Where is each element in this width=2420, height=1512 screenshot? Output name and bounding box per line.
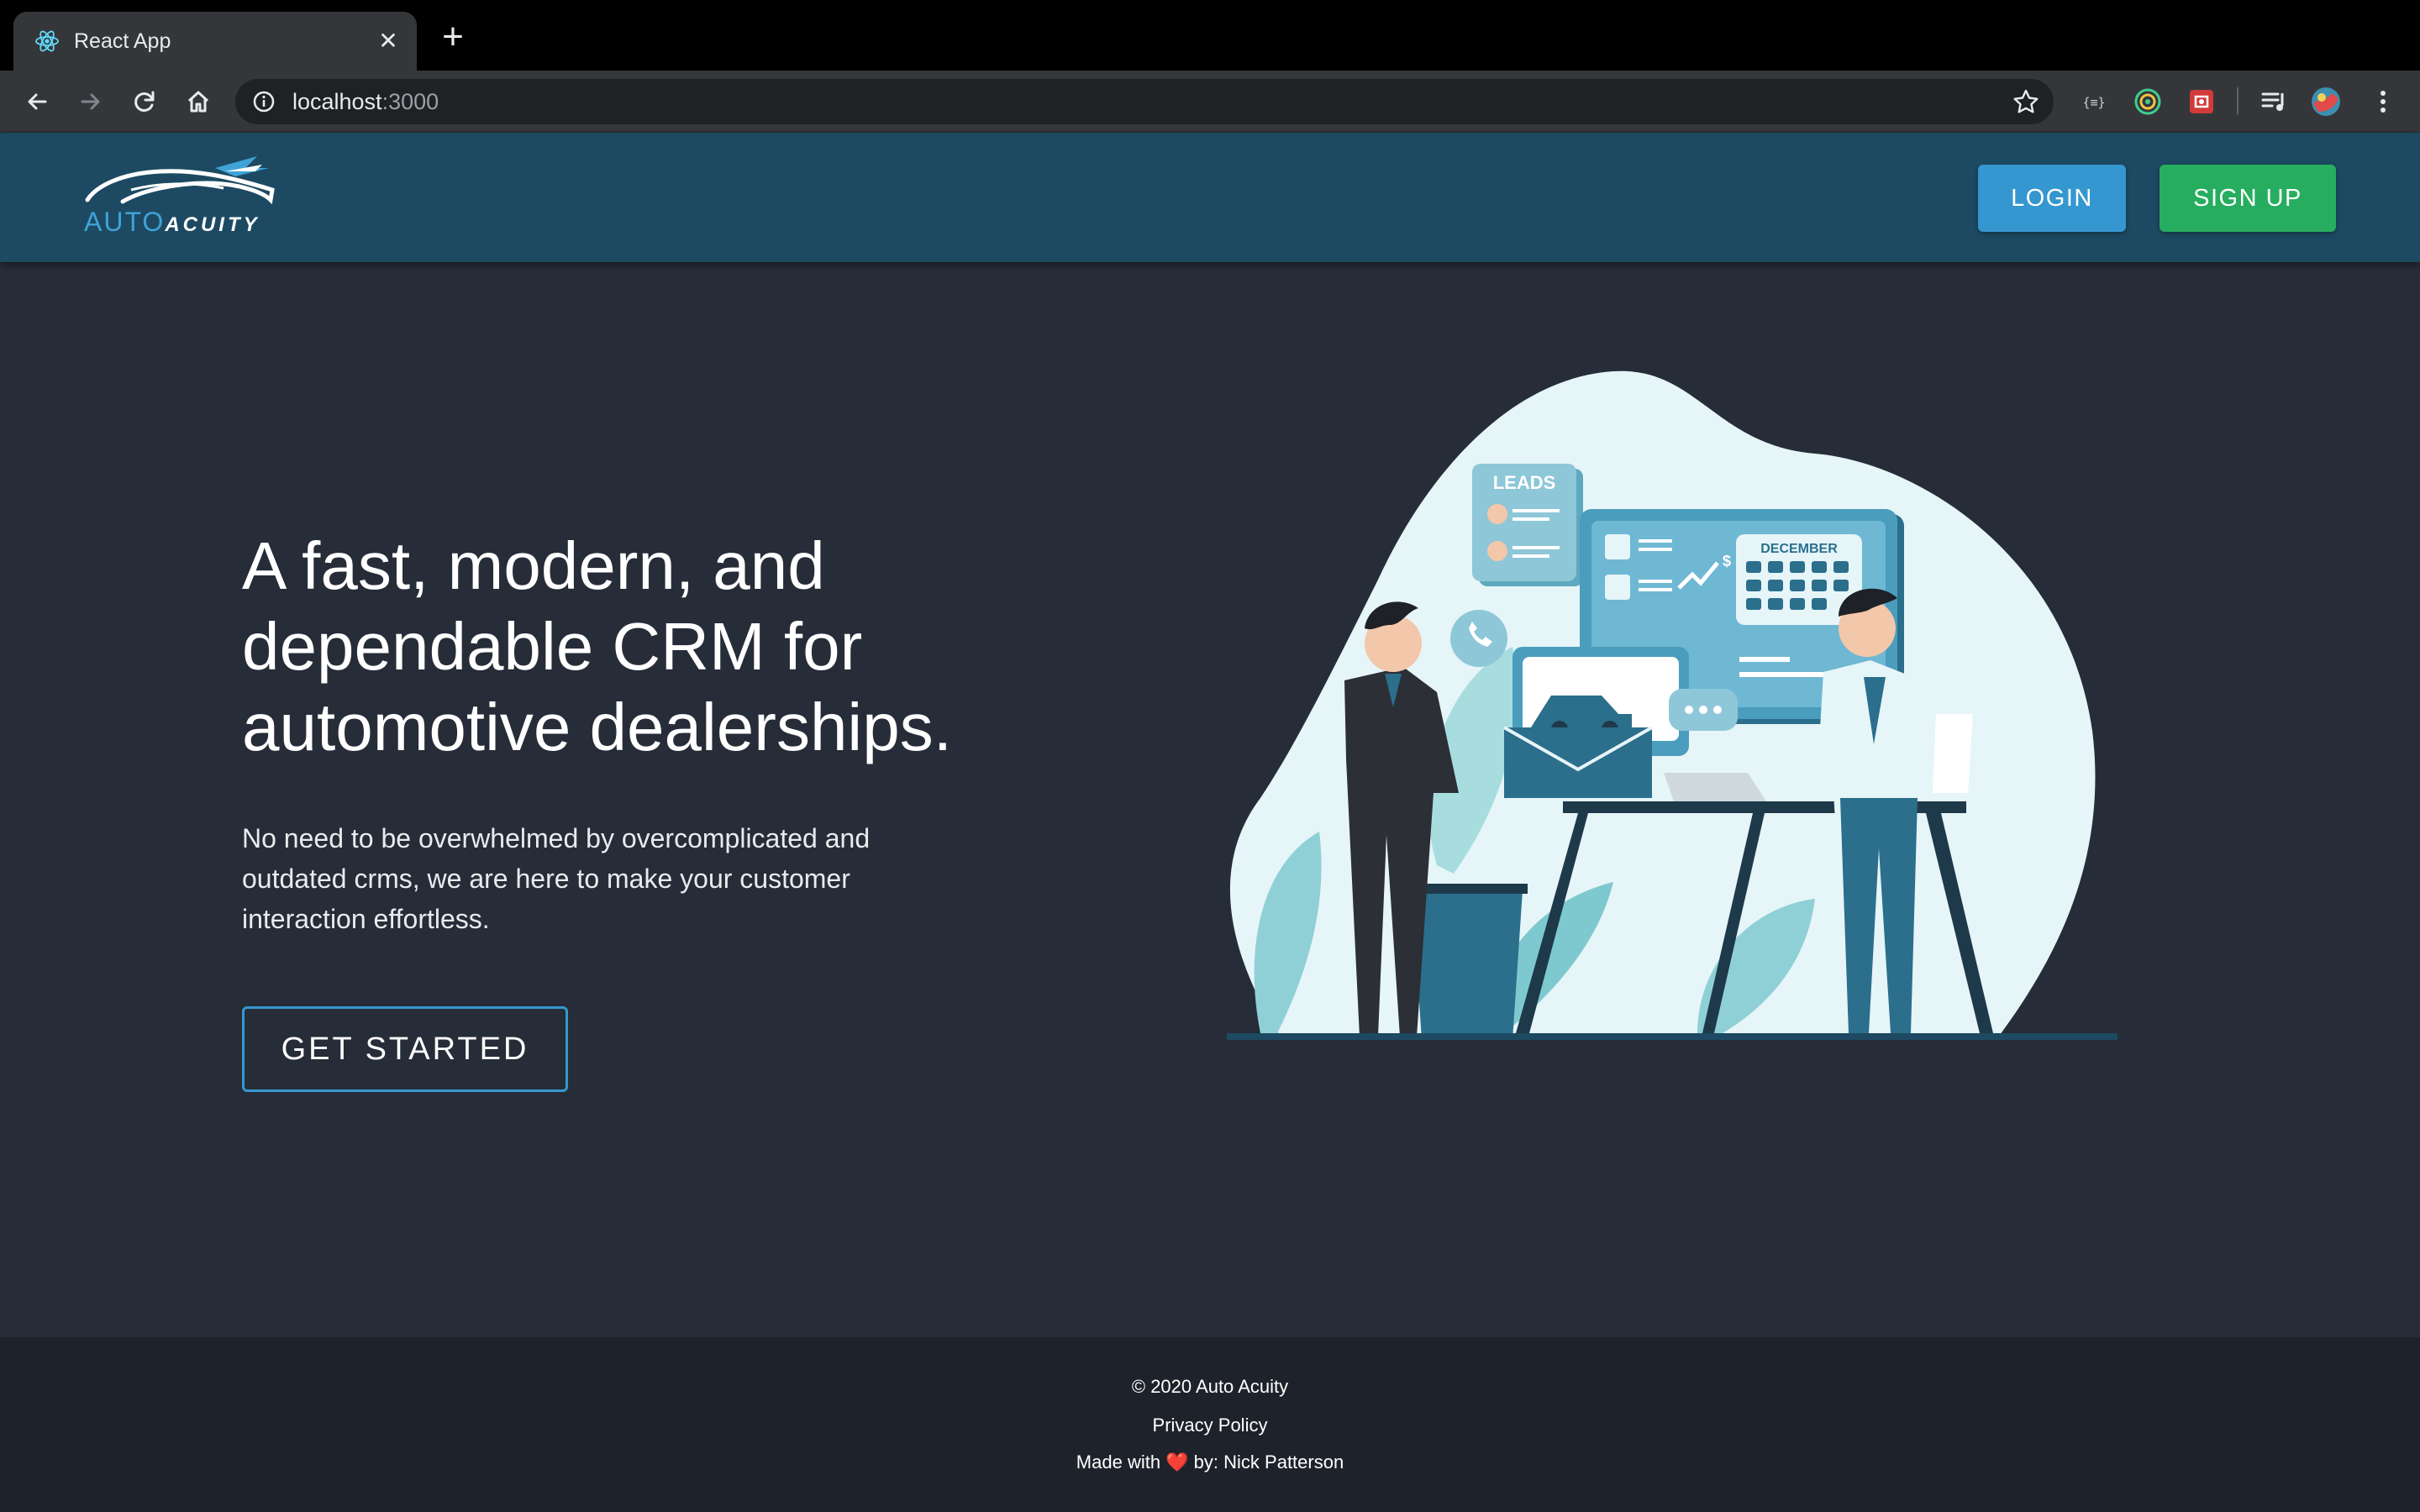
crm-illustration: LEADS $ DECEMBER <box>1227 370 2118 1040</box>
app-header: AUTOACUITY LOGIN SIGN UP <box>0 133 2420 262</box>
signup-button[interactable]: SIGN UP <box>2160 165 2336 232</box>
close-icon[interactable]: ✕ <box>373 26 403 56</box>
star-icon[interactable] <box>2012 87 2040 116</box>
browser-tabstrip: React App ✕ + <box>0 0 2420 71</box>
currency-label: $ <box>1723 553 1731 570</box>
url-text: localhost:3000 <box>292 89 439 114</box>
login-button[interactable]: LOGIN <box>1978 165 2126 232</box>
hero-title: A fast, modern, and dependable CRM for a… <box>242 528 952 764</box>
car-logo-icon <box>85 156 275 205</box>
get-started-button[interactable]: GET STARTED <box>242 1006 568 1092</box>
address-bar[interactable]: localhost:3000 <box>235 79 2054 124</box>
menu-icon[interactable] <box>2366 85 2400 118</box>
logo-acuity: ACUITY <box>165 213 260 236</box>
privacy-policy-link: Privacy Policy <box>0 1413 2420 1438</box>
browser-toolbar: localhost:3000 {≡} <box>0 71 2420 133</box>
info-icon[interactable] <box>250 88 277 115</box>
tab-title: React App <box>74 29 171 53</box>
copyright-text: © 2020 Auto Acuity <box>1131 1376 1289 1397</box>
target-extension-icon[interactable] <box>2131 85 2165 118</box>
privacy-policy-link-text[interactable]: Privacy Policy <box>1153 1415 1268 1436</box>
svg-text:{≡}: {≡} <box>2082 95 2105 110</box>
hero-description: No need to be overwhelmed by overcomplic… <box>242 823 871 934</box>
home-icon[interactable] <box>182 85 215 118</box>
plus-icon[interactable]: + <box>437 18 469 55</box>
logo[interactable]: AUTOACUITY <box>81 153 282 237</box>
url-host: localhost <box>292 89 382 114</box>
playlist-icon[interactable] <box>2257 85 2291 118</box>
json-extension-icon[interactable]: {≡} <box>2077 85 2111 118</box>
leads-label: LEADS <box>1493 472 1556 493</box>
footer: © 2020 Auto Acuity Privacy Policy Made w… <box>0 1337 2420 1512</box>
calendar-label: DECEMBER <box>1760 542 1838 556</box>
avatar-icon[interactable] <box>2309 85 2343 118</box>
forward-icon[interactable] <box>74 85 108 118</box>
react-icon <box>35 30 59 52</box>
toolbar-divider <box>2237 87 2238 114</box>
made-with-text: Made with ❤️ by: Nick Patterson <box>1076 1452 1344 1473</box>
puzzle-extension-icon[interactable] <box>2185 85 2218 118</box>
url-port: :3000 <box>381 89 439 114</box>
browser-tab[interactable]: React App ✕ <box>13 12 417 71</box>
logo-auto: AUTO <box>84 207 166 237</box>
logo-wordmark: AUTOACUITY <box>84 207 260 238</box>
back-icon[interactable] <box>20 85 54 118</box>
reload-icon[interactable] <box>128 85 161 118</box>
